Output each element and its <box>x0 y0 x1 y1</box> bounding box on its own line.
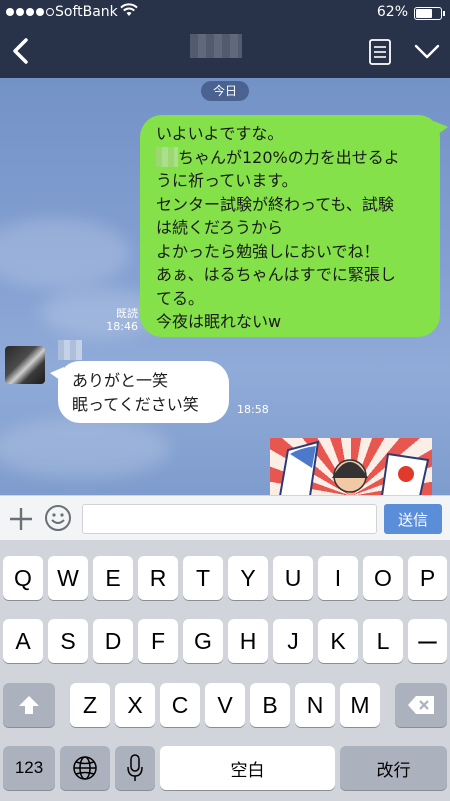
key-j[interactable]: J <box>273 619 313 663</box>
avatar[interactable] <box>5 346 45 384</box>
carrier-name: SoftBank <box>55 4 118 20</box>
battery-percent: 62% <box>376 4 408 20</box>
plus-icon[interactable] <box>8 506 34 532</box>
key-d[interactable]: D <box>93 619 133 663</box>
read-receipt: 既読 <box>116 307 138 320</box>
message-line: ありがと一笑 <box>72 371 169 390</box>
message-line: あぁ、はるちゃんはすでに緊張し <box>156 265 396 284</box>
back-chevron-icon[interactable] <box>8 36 34 66</box>
key-t[interactable]: T <box>183 556 223 600</box>
backspace-icon <box>408 696 434 714</box>
message-timestamp: 18:58 <box>237 403 269 416</box>
message-line: うに祈っています。 <box>156 171 298 190</box>
message-line: 眠ってください笑 <box>72 394 199 414</box>
key-f[interactable]: F <box>138 619 178 663</box>
key-v[interactable]: V <box>205 683 245 727</box>
numbers-key[interactable]: 123 <box>3 746 55 790</box>
key-c[interactable]: C <box>160 683 200 727</box>
message-line: センター試験が終わっても、試験 <box>156 194 394 214</box>
key-u[interactable]: U <box>273 556 313 600</box>
key-x[interactable]: X <box>115 683 155 727</box>
shift-arrow-icon <box>19 696 39 714</box>
status-bar: SoftBank 62% <box>0 0 450 26</box>
key-o[interactable]: O <box>363 556 403 600</box>
redacted-name <box>156 146 178 167</box>
key-m[interactable]: M <box>340 683 380 727</box>
message-line: 今夜は眠れないw <box>156 312 282 331</box>
send-button[interactable]: 送信 <box>384 504 442 534</box>
message-line: ちゃんが120%の力を出せるよ <box>156 146 430 170</box>
message-input-bar: 送信 <box>0 495 450 540</box>
keyboard: Q W E R T Y U I O P A S D F G H J K L ー … <box>0 540 450 801</box>
key-p[interactable]: P <box>408 556 447 600</box>
signal-strength-icon <box>6 8 54 16</box>
microphone-key[interactable] <box>115 746 155 790</box>
globe-icon <box>73 756 97 780</box>
outgoing-message-bubble[interactable]: いよいよですな。 ちゃんが120%の力を出せるよ うに祈っています。 センター試… <box>140 115 448 337</box>
key-s[interactable]: S <box>48 619 88 663</box>
key-n[interactable]: N <box>295 683 335 727</box>
globe-key[interactable] <box>60 746 110 790</box>
key-k[interactable]: K <box>318 619 358 663</box>
delete-key[interactable] <box>395 683 447 727</box>
shift-key[interactable] <box>3 683 55 727</box>
message-line: よかったら勉強しにおいでね！ <box>156 241 380 261</box>
key-y[interactable]: Y <box>228 556 268 600</box>
chat-header <box>0 26 450 78</box>
chat-title-redacted <box>190 34 242 58</box>
key-g[interactable]: G <box>183 619 223 663</box>
date-divider: 今日 <box>201 81 249 101</box>
message-input[interactable] <box>82 504 377 534</box>
key-q[interactable]: Q <box>3 556 43 600</box>
message-line: は続くだろうから <box>156 218 284 237</box>
smiley-icon[interactable] <box>44 504 72 532</box>
key-h[interactable]: H <box>228 619 268 663</box>
chat-area[interactable]: 今日 いよいよですな。 ちゃんが120%の力を出せるよ うに祈っています。 セン… <box>0 78 450 495</box>
notes-icon[interactable] <box>368 39 392 65</box>
chevron-down-icon[interactable] <box>414 43 440 61</box>
key-long-vowel[interactable]: ー <box>408 619 447 663</box>
key-a[interactable]: A <box>3 619 43 663</box>
key-b[interactable]: B <box>250 683 290 727</box>
message-line: てる。 <box>156 288 205 308</box>
battery-icon <box>414 7 445 20</box>
key-r[interactable]: R <box>138 556 178 600</box>
return-key[interactable]: 改行 <box>340 746 447 790</box>
microphone-icon <box>127 754 143 781</box>
sticker-image[interactable] <box>270 438 432 495</box>
sender-name-redacted <box>58 340 82 360</box>
key-i[interactable]: I <box>318 556 358 600</box>
space-key[interactable]: 空白 <box>160 746 335 790</box>
key-z[interactable]: Z <box>70 683 110 727</box>
wifi-icon <box>120 3 138 21</box>
incoming-message-bubble[interactable]: ありがと一笑 眠ってください笑 <box>50 361 229 423</box>
key-w[interactable]: W <box>48 556 88 600</box>
key-l[interactable]: L <box>363 619 403 663</box>
message-line: いよいよですな。 <box>156 124 284 143</box>
key-e[interactable]: E <box>93 556 133 600</box>
message-timestamp: 18:46 <box>106 320 138 333</box>
